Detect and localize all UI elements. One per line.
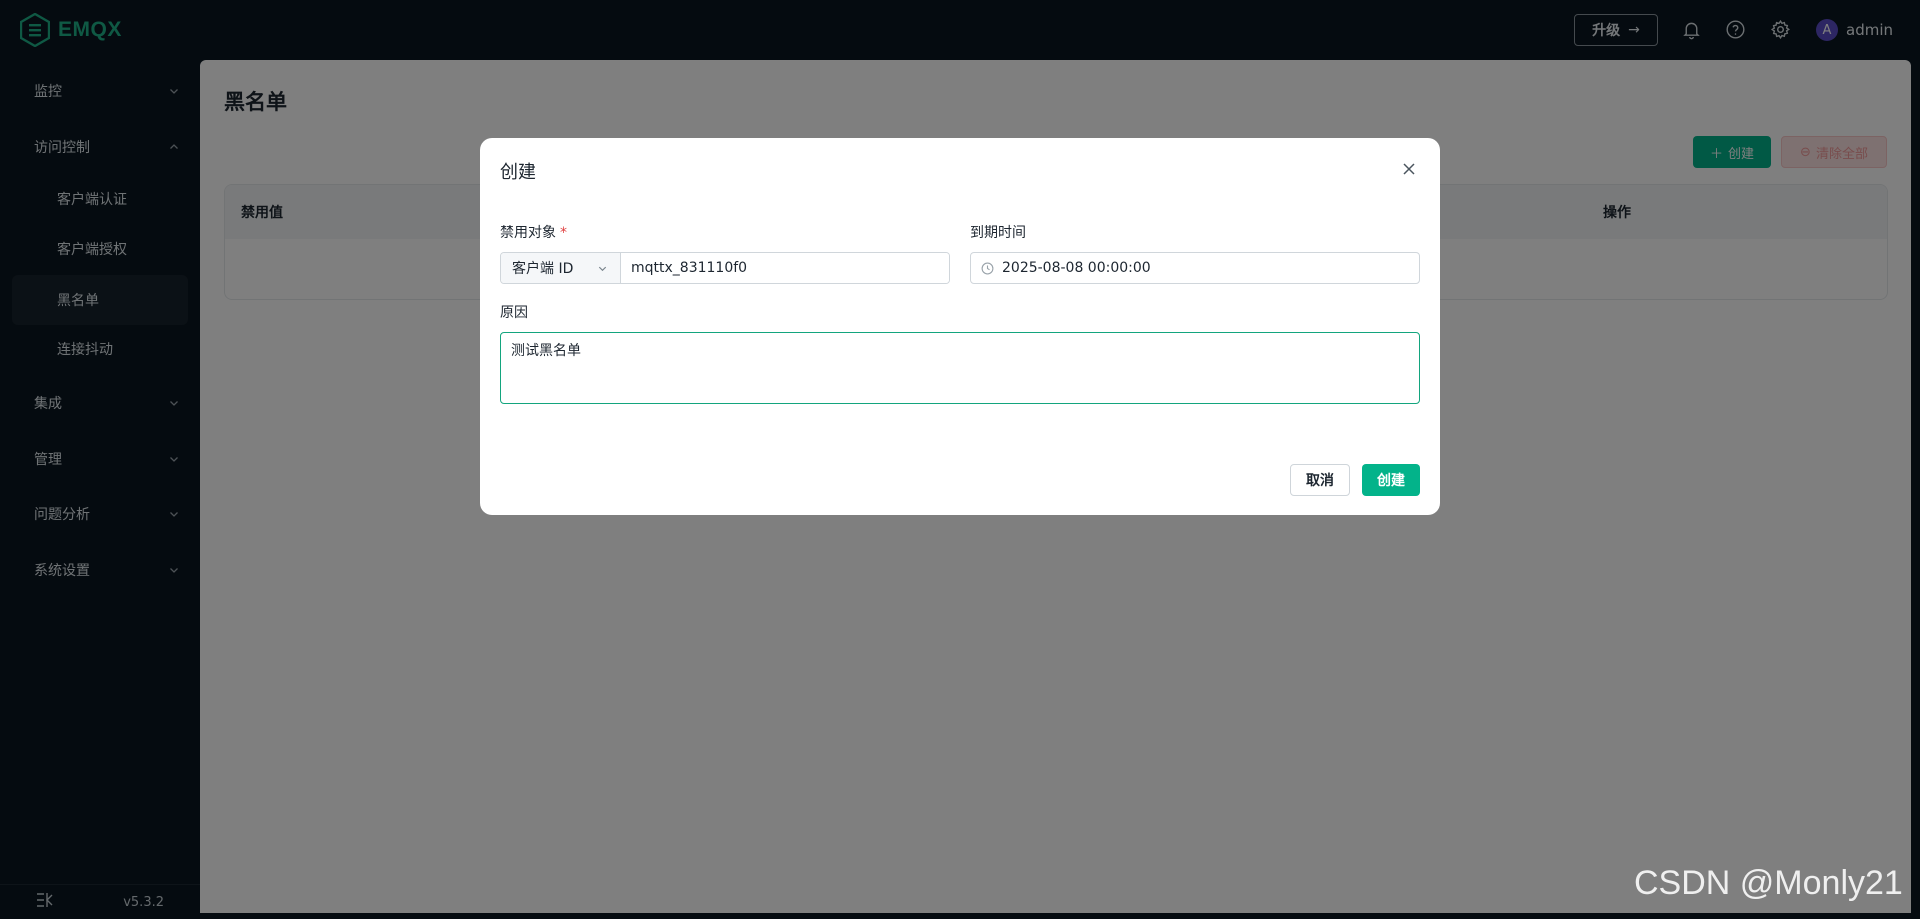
reason-field-label: 原因: [500, 305, 528, 321]
expire-date-value: 2025-08-08 00:00:00: [1002, 260, 1151, 276]
cancel-button[interactable]: 取消: [1290, 464, 1350, 496]
target-type-value: 客户端 ID: [512, 261, 574, 277]
close-icon[interactable]: [1402, 162, 1418, 178]
clock-icon: [981, 262, 994, 274]
chevron-down-icon: [598, 266, 607, 272]
dialog-title: 创建: [500, 162, 536, 183]
create-dialog: 创建 禁用对象* 客户端 ID 到期时间 2025-08-08 00:00:00…: [480, 138, 1440, 515]
target-label-text: 禁用对象: [500, 225, 556, 241]
reason-textarea[interactable]: 测试黑名单: [500, 332, 1420, 404]
required-mark: *: [560, 225, 567, 241]
watermark: CSDN @Monly21: [1634, 864, 1903, 902]
expire-date-picker[interactable]: 2025-08-08 00:00:00: [970, 252, 1420, 284]
submit-create-button[interactable]: 创建: [1362, 464, 1420, 496]
target-input-group: 客户端 ID: [500, 252, 950, 284]
target-field-label: 禁用对象 *: [500, 222, 567, 242]
expire-field-label: 到期时间: [970, 225, 1026, 241]
target-type-select[interactable]: 客户端 ID: [501, 253, 621, 283]
target-value-input[interactable]: [621, 253, 949, 283]
